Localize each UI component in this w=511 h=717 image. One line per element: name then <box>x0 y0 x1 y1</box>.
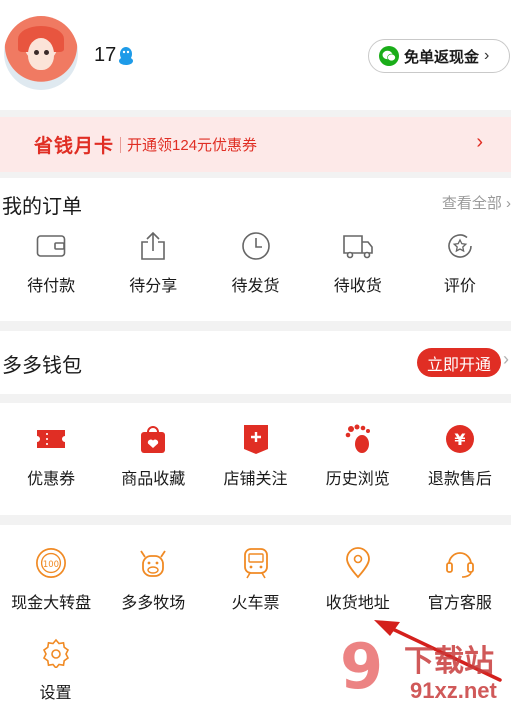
banner-divider <box>120 136 122 153</box>
service-label: 商品收藏 <box>121 471 186 488</box>
order-label: 待收货 <box>333 278 382 295</box>
qq-icon <box>119 46 134 65</box>
monthly-card-banner[interactable]: 省钱月卡 开通领124元优惠券 › <box>0 117 511 172</box>
order-pending-share[interactable]: 待分享 <box>102 230 204 296</box>
tool-label: 多多牧场 <box>121 595 186 612</box>
avatar[interactable] <box>4 16 78 90</box>
services-row: 优惠券 商品收藏 店铺关注 历史浏览 ¥ 退款售后 <box>0 423 511 489</box>
svg-text:¥: ¥ <box>454 430 465 449</box>
review-icon <box>444 230 476 262</box>
orders-section: 我的订单 查看全部 › 待付款 待分享 待发货 待收货 评价 <box>0 178 511 321</box>
service-refund[interactable]: ¥ 退款售后 <box>409 423 511 489</box>
tool-settings[interactable]: 设置 <box>0 637 111 703</box>
wallet-section[interactable]: 多多钱包 立即开通 › <box>0 331 511 394</box>
service-store-follow[interactable]: 店铺关注 <box>204 423 306 489</box>
profile-header: 17 免单返现金 › <box>0 0 511 110</box>
favorite-bag-icon <box>137 423 169 455</box>
service-label: 优惠券 <box>27 471 76 488</box>
chevron-right-icon: › <box>503 349 509 369</box>
tools-row: 设置 <box>0 637 511 703</box>
share-icon <box>137 230 169 262</box>
open-wallet-button[interactable]: 立即开通 <box>417 348 501 377</box>
order-label: 评价 <box>443 278 476 295</box>
tool-customer-service[interactable]: 官方客服 <box>409 547 511 613</box>
tool-label: 现金大转盘 <box>11 595 92 612</box>
wallet-icon <box>35 230 67 262</box>
banner-title: 省钱月卡 <box>34 136 115 157</box>
wallet-title: 多多钱包 <box>2 355 82 377</box>
cashback-button[interactable]: 免单返现金 › <box>368 39 510 73</box>
clock-icon <box>240 230 272 262</box>
order-pending-ship[interactable]: 待发货 <box>204 230 306 296</box>
service-label: 退款售后 <box>427 471 492 488</box>
see-all-link[interactable]: 查看全部 › <box>442 192 511 213</box>
chevron-right-icon: › <box>476 131 483 153</box>
banner-subtitle: 开通领124元优惠券 <box>127 137 258 154</box>
tools-section: 100 现金大转盘 多多牧场 火车票 收货地址 官方客服 设置 <box>0 525 511 717</box>
order-label: 待发货 <box>231 278 280 295</box>
order-label: 待分享 <box>129 278 178 295</box>
username-text: 17 <box>94 44 117 66</box>
orders-row: 待付款 待分享 待发货 待收货 评价 <box>0 230 511 296</box>
orders-title: 我的订单 <box>2 196 82 218</box>
tool-ranch[interactable]: 多多牧场 <box>102 547 204 613</box>
footprint-icon <box>342 423 374 455</box>
wheel-icon: 100 <box>35 547 67 579</box>
store-follow-icon <box>240 423 272 455</box>
username[interactable]: 17 <box>94 44 134 67</box>
headset-icon <box>444 547 476 579</box>
svg-text:100: 100 <box>43 559 59 569</box>
tool-label: 官方客服 <box>427 595 492 612</box>
service-favorites[interactable]: 商品收藏 <box>102 423 204 489</box>
location-icon <box>342 547 374 579</box>
coupon-icon <box>35 423 67 455</box>
tools-row: 100 现金大转盘 多多牧场 火车票 收货地址 官方客服 <box>0 547 511 613</box>
tool-label: 收货地址 <box>325 595 390 612</box>
tool-shipping-address[interactable]: 收货地址 <box>307 547 409 613</box>
order-pending-receive[interactable]: 待收货 <box>307 230 409 296</box>
tool-label: 火车票 <box>231 595 280 612</box>
train-icon <box>240 547 272 579</box>
wechat-icon <box>379 46 399 66</box>
service-coupons[interactable]: 优惠券 <box>0 423 102 489</box>
settings-icon <box>40 637 72 669</box>
tool-label: 设置 <box>39 685 72 702</box>
services-section: 优惠券 商品收藏 店铺关注 历史浏览 ¥ 退款售后 <box>0 403 511 515</box>
service-label: 店铺关注 <box>223 471 288 488</box>
chevron-right-icon: › <box>484 47 490 64</box>
tool-train-ticket[interactable]: 火车票 <box>204 547 306 613</box>
cashback-label: 免单返现金 <box>404 48 480 66</box>
tool-cash-wheel[interactable]: 100 现金大转盘 <box>0 547 102 613</box>
service-history[interactable]: 历史浏览 <box>307 423 409 489</box>
order-label: 待付款 <box>27 278 76 295</box>
truck-icon <box>342 230 374 262</box>
order-review[interactable]: 评价 <box>409 230 511 296</box>
order-pending-payment[interactable]: 待付款 <box>0 230 102 296</box>
service-label: 历史浏览 <box>325 471 390 488</box>
cow-icon <box>137 547 169 579</box>
refund-icon: ¥ <box>444 423 476 455</box>
